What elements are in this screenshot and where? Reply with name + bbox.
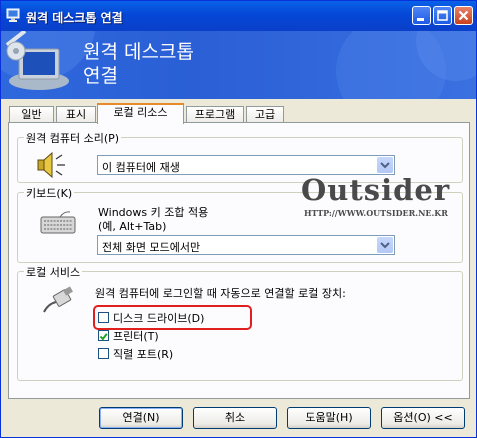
close-button[interactable] — [454, 6, 473, 25]
minimize-icon — [417, 18, 424, 21]
tab-general[interactable]: 일반 — [9, 106, 54, 123]
window-title: 원격 데스크톱 연결 — [26, 11, 123, 25]
tab-programs[interactable]: 프로그램 — [186, 106, 244, 123]
connect-button[interactable]: 연결(N) — [99, 407, 183, 429]
maximize-icon — [437, 10, 448, 21]
serial-port-checkbox[interactable] — [98, 348, 109, 359]
sound-dropdown-button[interactable] — [377, 157, 393, 173]
local-devices-group: 로컬 서비스 원격 컴퓨터에 로그인할 때 자동으로 연결할 로컬 장치: 디스… — [17, 264, 463, 381]
keyboard-select[interactable]: 전체 화면 모드에서만 — [97, 235, 395, 255]
tab-local-resources[interactable]: 로컬 리소스 — [97, 103, 184, 124]
keyboard-select-value: 전체 화면 모드에서만 — [102, 241, 201, 254]
local-devices-description: 원격 컴퓨터에 로그인할 때 자동으로 연결할 로컬 장치: — [95, 287, 346, 300]
checkmark-icon — [99, 333, 108, 341]
tab-display[interactable]: 표시 — [56, 106, 96, 123]
keyboard-icon — [40, 211, 76, 234]
remote-desktop-window: 원격 데스크톱 연결 원격 데스크톱 연결 일반 표시 로컬 리소스 프로그램 … — [0, 0, 477, 438]
sound-group-label: 원격 컴퓨터 소리(P) — [24, 130, 122, 146]
maximize-button[interactable] — [433, 6, 452, 25]
keyboard-description-line2: (예, Alt+Tab) — [98, 220, 167, 233]
highlight-annotation — [93, 305, 252, 330]
help-button[interactable]: 도움말(H) — [287, 407, 371, 429]
watermark-url: HTTP://WWW.OUTSIDER.NE.KR — [304, 208, 448, 218]
banner-title-line1: 원격 데스크톱 — [83, 41, 194, 63]
banner-computer-graphic — [1, 31, 476, 99]
keyboard-group-label: 키보드(K) — [24, 185, 75, 201]
chevron-down-icon — [380, 242, 390, 249]
minimize-button[interactable] — [412, 6, 431, 25]
printer-checkbox[interactable] — [98, 330, 109, 341]
serial-port-label[interactable]: 직렬 포트(R) — [113, 346, 173, 362]
speaker-icon — [37, 151, 65, 179]
watermark-logo: Outsider — [301, 173, 451, 207]
cancel-button[interactable]: 취소 — [193, 407, 277, 429]
title-bar[interactable]: 원격 데스크톱 연결 — [1, 1, 476, 31]
cable-plug-icon — [43, 286, 73, 313]
printer-label[interactable]: 프린터(T) — [113, 328, 159, 344]
remote-desktop-icon — [6, 8, 20, 22]
chevron-down-icon — [380, 162, 390, 169]
header-banner: 원격 데스크톱 연결 — [1, 31, 476, 99]
options-button[interactable]: 옵션(O) << — [381, 407, 465, 429]
sound-select[interactable]: 이 컴퓨터에 재생 — [97, 155, 395, 175]
tab-advanced[interactable]: 고급 — [246, 106, 284, 123]
sound-select-value: 이 컴퓨터에 재생 — [102, 161, 180, 174]
local-devices-group-label: 로컬 서비스 — [24, 264, 83, 280]
close-icon — [458, 10, 469, 21]
keyboard-dropdown-button[interactable] — [377, 237, 393, 253]
local-resources-panel: 원격 컴퓨터 소리(P) 이 컴퓨터에 재생 키보드(K) Windows 키 … — [8, 122, 470, 399]
banner-title-line2: 연결 — [83, 65, 118, 87]
